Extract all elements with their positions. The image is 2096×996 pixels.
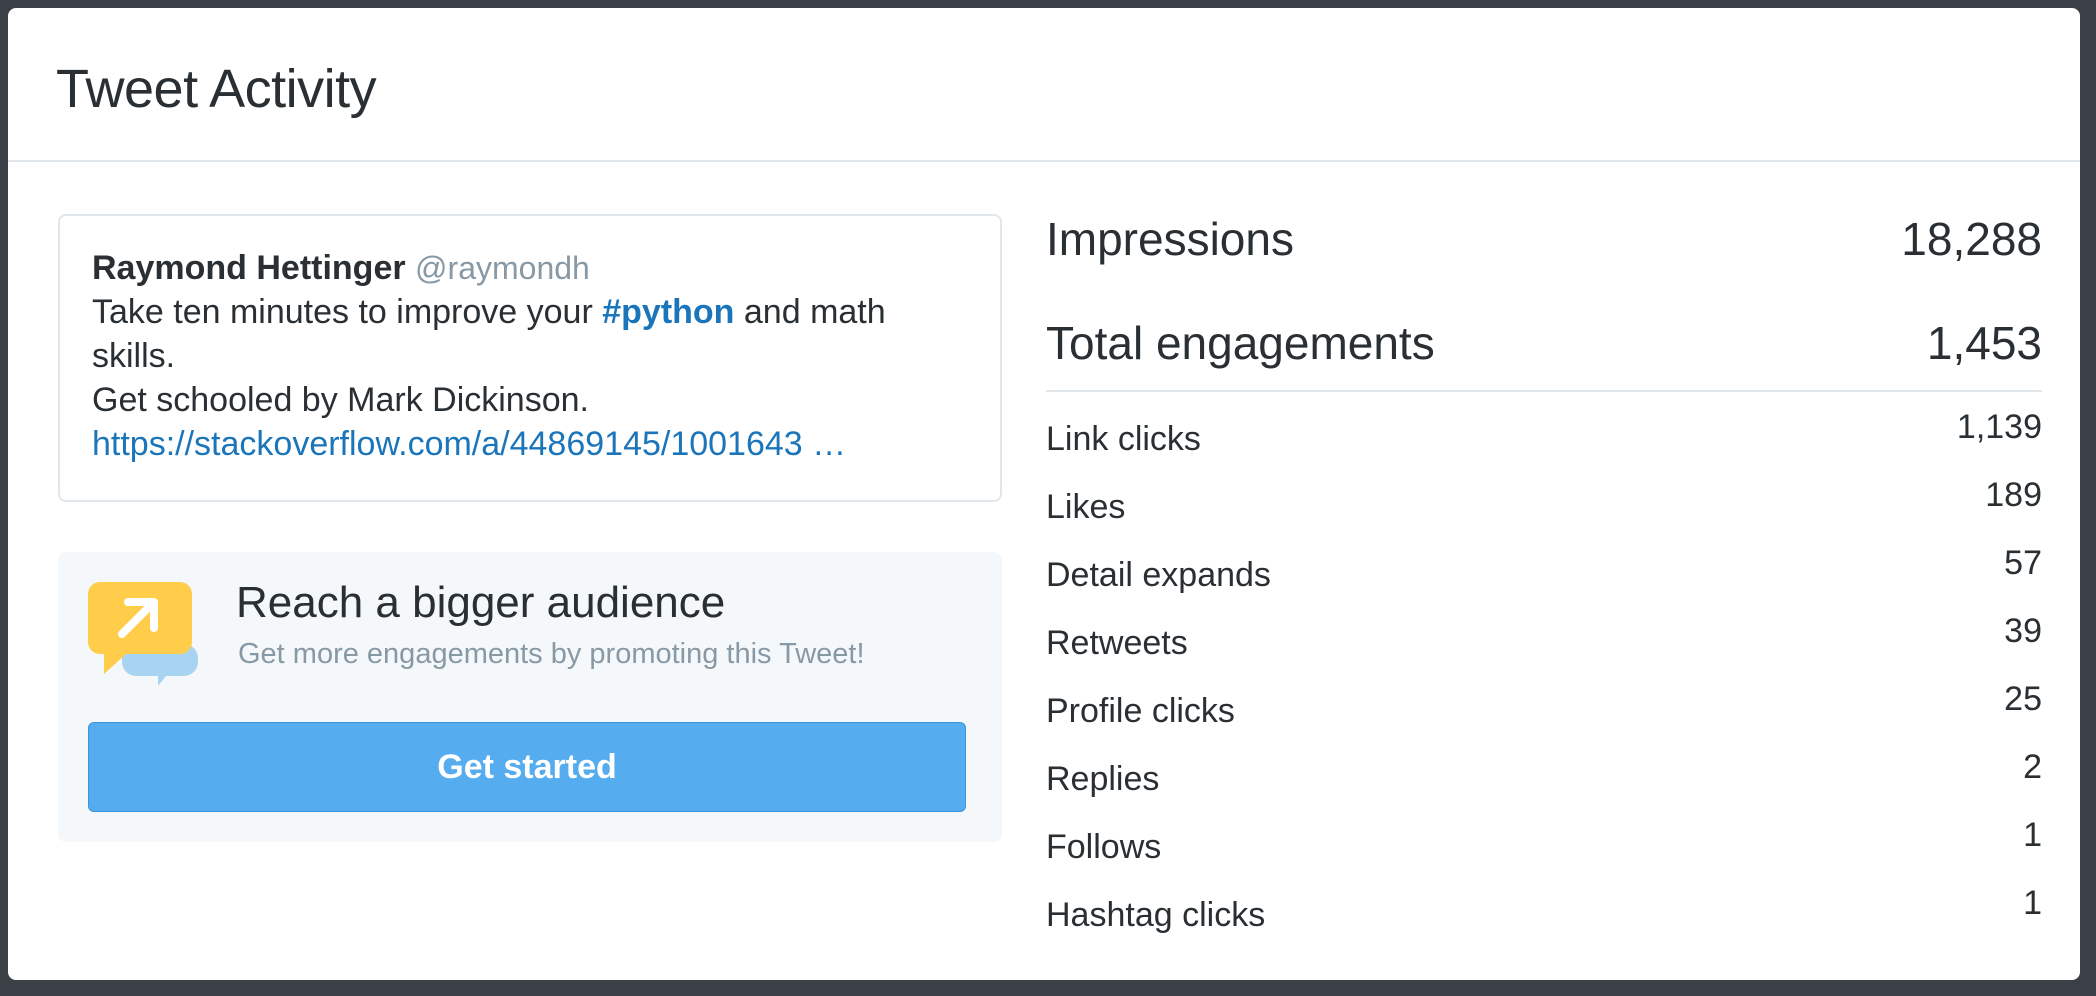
metric-value: 1 <box>2023 884 2042 922</box>
metric-value: 1 <box>2023 816 2042 854</box>
total-engagements-row: Total engagements 1,453 <box>1046 308 2042 378</box>
metric-label: Detail expands <box>1046 556 1271 594</box>
total-engagements-label: Total engagements <box>1046 317 1435 369</box>
metric-label: Link clicks <box>1046 420 1201 458</box>
promo-subtitle: Get more engagements by promoting this T… <box>238 638 865 670</box>
promo-title: Reach a bigger audience <box>236 578 726 627</box>
modal-title: Tweet Activity <box>56 59 377 119</box>
metric-row-link-clicks: Link clicks 1,139 <box>1046 398 2042 466</box>
metric-value: 2 <box>2023 748 2042 786</box>
tweet-header: Raymond Hettinger @raymondh <box>92 246 970 290</box>
impressions-label: Impressions <box>1046 213 1294 265</box>
promote-arrow-icon <box>88 582 198 686</box>
metric-row-profile-clicks: Profile clicks 25 <box>1046 670 2042 738</box>
metric-row-retweets: Retweets 39 <box>1046 602 2042 670</box>
stats-divider <box>1046 390 2042 392</box>
metric-value: 25 <box>2004 680 2042 718</box>
metric-label: Likes <box>1046 488 1126 526</box>
metric-value: 39 <box>2004 612 2042 650</box>
engagement-metrics-list: Link clicks 1,139 Likes 189 Detail expan… <box>1046 398 2042 942</box>
metric-row-replies: Replies 2 <box>1046 738 2042 806</box>
tweet-author[interactable]: Raymond Hettinger <box>92 249 406 287</box>
metric-label: Follows <box>1046 828 1162 866</box>
metric-row-likes: Likes 189 <box>1046 466 2042 534</box>
metric-value: 57 <box>2004 544 2042 582</box>
metric-value: 1,139 <box>1956 408 2042 446</box>
get-started-button[interactable]: Get started <box>88 722 966 812</box>
left-column: Raymond Hettinger @raymondh Take ten min… <box>58 214 1002 842</box>
metric-row-hashtag-clicks: Hashtag clicks 1 <box>1046 874 2042 942</box>
metric-label: Hashtag clicks <box>1046 896 1266 934</box>
metric-label: Retweets <box>1046 624 1188 662</box>
promote-panel: Reach a bigger audience Get more engagem… <box>58 552 1002 842</box>
tweet-text: Take ten minutes to improve your #python… <box>92 290 970 378</box>
metric-label: Replies <box>1046 760 1160 798</box>
metric-value: 189 <box>1985 476 2042 514</box>
metric-row-detail-expands: Detail expands 57 <box>1046 534 2042 602</box>
metric-label: Profile clicks <box>1046 692 1235 730</box>
total-engagements-value: 1,453 <box>1926 317 2042 369</box>
tweet-text-line2: Get schooled by Mark Dickinson. <box>92 381 589 419</box>
tweet-text-before: Take ten minutes to improve your <box>92 293 603 331</box>
metric-row-follows: Follows 1 <box>1046 806 2042 874</box>
modal-header: Tweet Activity <box>8 8 2080 162</box>
impressions-row: Impressions 18,288 <box>1046 204 2042 274</box>
impressions-value: 18,288 <box>1901 213 2042 265</box>
tweet-url-link[interactable]: https://stackoverflow.com/a/44869145/100… <box>92 422 846 466</box>
tweet-handle[interactable]: @raymondh <box>415 250 590 286</box>
tweet-card[interactable]: Raymond Hettinger @raymondh Take ten min… <box>58 214 1002 502</box>
tweet-activity-modal: Tweet Activity Raymond Hettinger @raymon… <box>8 8 2080 980</box>
stats-column: Impressions 18,288 Total engagements 1,4… <box>1046 204 2042 942</box>
hashtag-link[interactable]: #python <box>602 293 734 331</box>
